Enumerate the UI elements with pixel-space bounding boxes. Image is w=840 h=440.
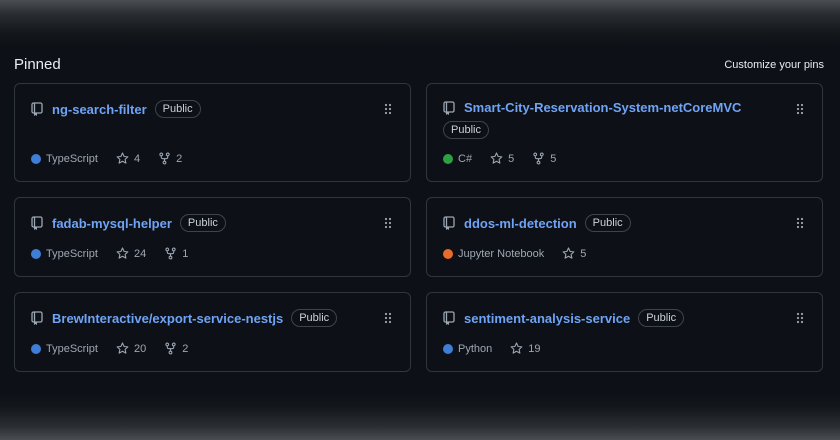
stars-count: 24 (133, 247, 147, 260)
language-color-dot (443, 153, 453, 164)
language-color-dot (443, 248, 453, 259)
drag-handle-icon[interactable] (384, 103, 392, 115)
pinned-repo-card: BrewInteractive/export-service-nestjs Pu… (14, 292, 411, 372)
forks-count: 5 (550, 152, 557, 165)
repo-icon (443, 216, 455, 230)
pinned-repo-card: ddos-ml-detection Public Jupyter Noteboo… (426, 197, 823, 277)
language-color-dot (31, 343, 41, 354)
language-info: TypeScript (31, 248, 98, 260)
stars-link[interactable]: 24 (116, 247, 146, 260)
visibility-badge: Public (154, 100, 201, 118)
pinned-repo-card: sentiment-analysis-service Public Python… (426, 292, 823, 372)
star-icon (116, 247, 129, 259)
language-label: TypeScript (46, 152, 98, 165)
stars-count: 20 (133, 342, 147, 355)
language-label: C# (458, 152, 473, 165)
bottom-blur-overlay (0, 394, 840, 440)
drag-handle-icon[interactable] (796, 103, 804, 115)
visibility-badge: Public (291, 309, 338, 327)
stars-count: 19 (528, 342, 541, 355)
stars-link[interactable]: 4 (116, 152, 140, 165)
forks-link[interactable]: 1 (164, 247, 188, 260)
language-info: TypeScript (31, 153, 98, 165)
star-icon (562, 247, 575, 259)
repo-name-link[interactable]: Smart-City-Reservation-System-netCoreMVC (464, 100, 741, 115)
forks-link[interactable]: 2 (164, 342, 188, 355)
forks-count: 1 (182, 247, 189, 260)
language-info: Jupyter Notebook (443, 248, 544, 260)
repo-name-link[interactable]: fadab-mysql-helper (52, 216, 172, 231)
drag-handle-icon[interactable] (796, 217, 804, 229)
repo-name-link[interactable]: ddos-ml-detection (464, 216, 577, 231)
visibility-badge: Public (179, 214, 226, 232)
pinned-title: Pinned (14, 56, 61, 73)
stars-count: 5 (508, 152, 515, 165)
stars-count: 5 (580, 247, 587, 260)
repo-name-link[interactable]: BrewInteractive/export-service-nestjs (52, 311, 283, 326)
forks-link[interactable]: 5 (532, 152, 556, 165)
pinned-repo-card: ng-search-filter Public TypeScript 4 2 (14, 83, 411, 182)
stars-count: 4 (133, 152, 141, 165)
language-label: Python (458, 342, 493, 355)
stars-link[interactable]: 5 (490, 152, 514, 165)
language-color-dot (31, 153, 41, 164)
repo-icon (31, 216, 43, 230)
forks-link[interactable]: 2 (158, 152, 182, 165)
pinned-repo-card: Smart-City-Reservation-System-netCoreMVC… (426, 83, 823, 182)
visibility-badge: Public (584, 214, 631, 232)
language-info: TypeScript (31, 343, 98, 355)
drag-handle-icon[interactable] (384, 312, 392, 324)
customize-pins-link[interactable]: Customize your pins (724, 59, 824, 71)
language-label: TypeScript (46, 247, 98, 260)
star-icon (510, 342, 523, 354)
repo-icon (31, 311, 43, 325)
fork-icon (165, 342, 176, 355)
forks-count: 2 (182, 342, 189, 355)
top-blur-overlay (0, 0, 840, 46)
fork-icon (159, 152, 170, 165)
drag-handle-icon[interactable] (796, 312, 804, 324)
language-color-dot (443, 343, 453, 354)
fork-icon (165, 247, 176, 260)
drag-handle-icon[interactable] (384, 217, 392, 229)
pinned-header: Pinned Customize your pins (14, 56, 824, 73)
repo-name-link[interactable]: ng-search-filter (52, 102, 147, 117)
language-color-dot (31, 248, 41, 259)
repo-name-link[interactable]: sentiment-analysis-service (464, 311, 630, 326)
star-icon (116, 342, 129, 354)
forks-count: 2 (176, 152, 183, 165)
repo-icon (31, 102, 43, 116)
repo-icon (443, 311, 455, 325)
visibility-badge: Public (638, 309, 685, 327)
repo-icon (443, 100, 455, 115)
stars-link[interactable]: 5 (562, 247, 586, 260)
fork-icon (533, 152, 544, 165)
visibility-badge: Public (443, 121, 489, 139)
star-icon (490, 152, 503, 164)
language-label: TypeScript (46, 342, 98, 355)
star-icon (116, 152, 129, 164)
stars-link[interactable]: 19 (510, 342, 541, 355)
stars-link[interactable]: 20 (116, 342, 146, 355)
language-info: C# (443, 153, 472, 165)
language-info: Python (443, 343, 492, 355)
pinned-section: Pinned Customize your pins ng-search-fil… (0, 0, 840, 440)
pinned-repo-card: fadab-mysql-helper Public TypeScript 24 … (14, 197, 411, 277)
language-label: Jupyter Notebook (458, 247, 545, 260)
